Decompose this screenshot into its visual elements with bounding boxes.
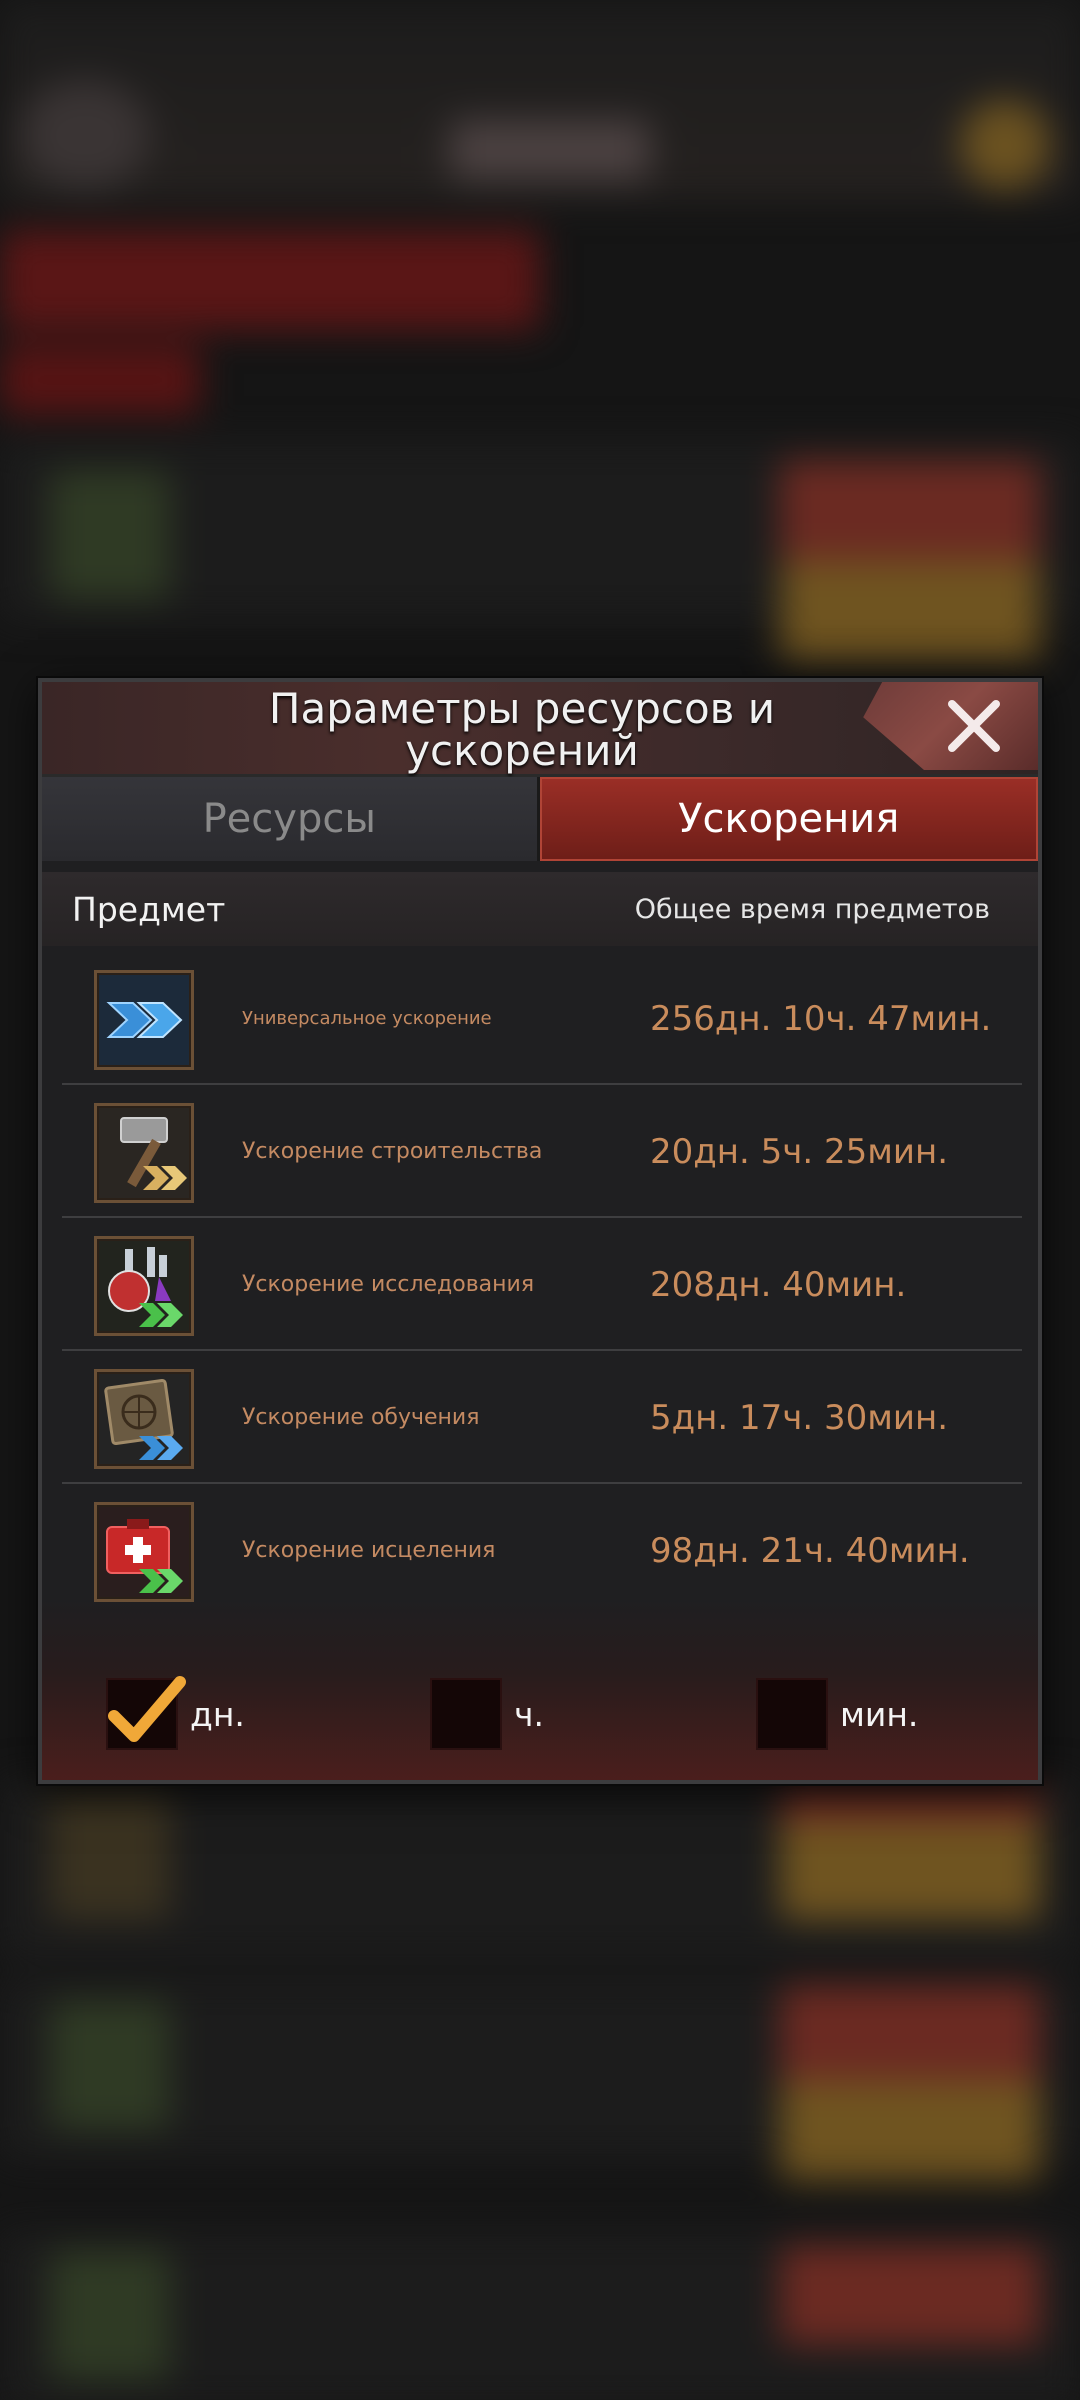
close-icon (948, 700, 1000, 752)
universal-speedup-icon (94, 970, 194, 1070)
construction-speedup-icon (94, 1103, 194, 1203)
item-total-time: 256дн. 10ч. 47мин. (650, 998, 992, 1039)
item-name: Ускорение исцеления (242, 1538, 496, 1563)
days-label: дн. (190, 1694, 245, 1734)
list-item: Ускорение обучения 5дн. 17ч. 30мин. (62, 1351, 1022, 1484)
research-speedup-icon (94, 1236, 194, 1336)
item-name: Ускорение исследования (242, 1272, 535, 1297)
tab-resources[interactable]: Ресурсы (42, 777, 540, 861)
item-total-time: 20дн. 5ч. 25мин. (650, 1131, 948, 1172)
tab-speedups[interactable]: Ускорения (539, 777, 1038, 861)
list-item: Ускорение строительства 20дн. 5ч. 25мин. (62, 1085, 1022, 1218)
close-button-frame (863, 682, 1038, 770)
item-total-time: 98дн. 21ч. 40мин. (650, 1530, 970, 1571)
item-name: Ускорение строительства (242, 1139, 543, 1164)
column-total-time: Общее время предметов (634, 893, 990, 925)
list-item: Ускорение исследования 208дн. 40мин. (62, 1218, 1022, 1351)
unit-minutes[interactable]: мин. (756, 1678, 918, 1750)
column-item: Предмет (72, 889, 226, 929)
resources-speedups-modal: Параметры ресурсов и ускорений Ресурсы У… (38, 678, 1042, 1784)
training-speedup-icon (94, 1369, 194, 1469)
modal-title: Параметры ресурсов и ускорений (268, 684, 776, 775)
tab-bar: Ресурсы Ускорения (42, 777, 1038, 861)
item-total-time: 5дн. 17ч. 30мин. (650, 1397, 948, 1438)
item-name: Ускорение обучения (242, 1405, 480, 1430)
modal-header: Параметры ресурсов и ускорений (42, 682, 1038, 777)
item-name: Универсальное ускорение (242, 1008, 492, 1029)
hours-checkbox[interactable] (430, 1678, 502, 1750)
close-button[interactable] (944, 696, 1004, 756)
minutes-checkbox[interactable] (756, 1678, 828, 1750)
column-header: Предмет Общее время предметов (42, 872, 1038, 946)
days-checkbox[interactable] (106, 1676, 186, 1750)
speedup-list: Универсальное ускорение 256дн. 10ч. 47ми… (62, 952, 1022, 1617)
list-item: Универсальное ускорение 256дн. 10ч. 47ми… (62, 952, 1022, 1085)
item-total-time: 208дн. 40мин. (650, 1264, 907, 1305)
screen: Параметры ресурсов и ускорений Ресурсы У… (0, 0, 1080, 2400)
unit-days[interactable]: дн. (106, 1676, 245, 1750)
list-item: Ускорение исцеления 98дн. 21ч. 40мин. (62, 1484, 1022, 1617)
check-icon (108, 1676, 186, 1742)
minutes-label: мин. (840, 1694, 919, 1734)
healing-speedup-icon (94, 1502, 194, 1602)
hours-label: ч. (514, 1694, 544, 1734)
unit-hours[interactable]: ч. (430, 1678, 544, 1750)
time-unit-filters: дн. ч. мин. (42, 1672, 1038, 1762)
